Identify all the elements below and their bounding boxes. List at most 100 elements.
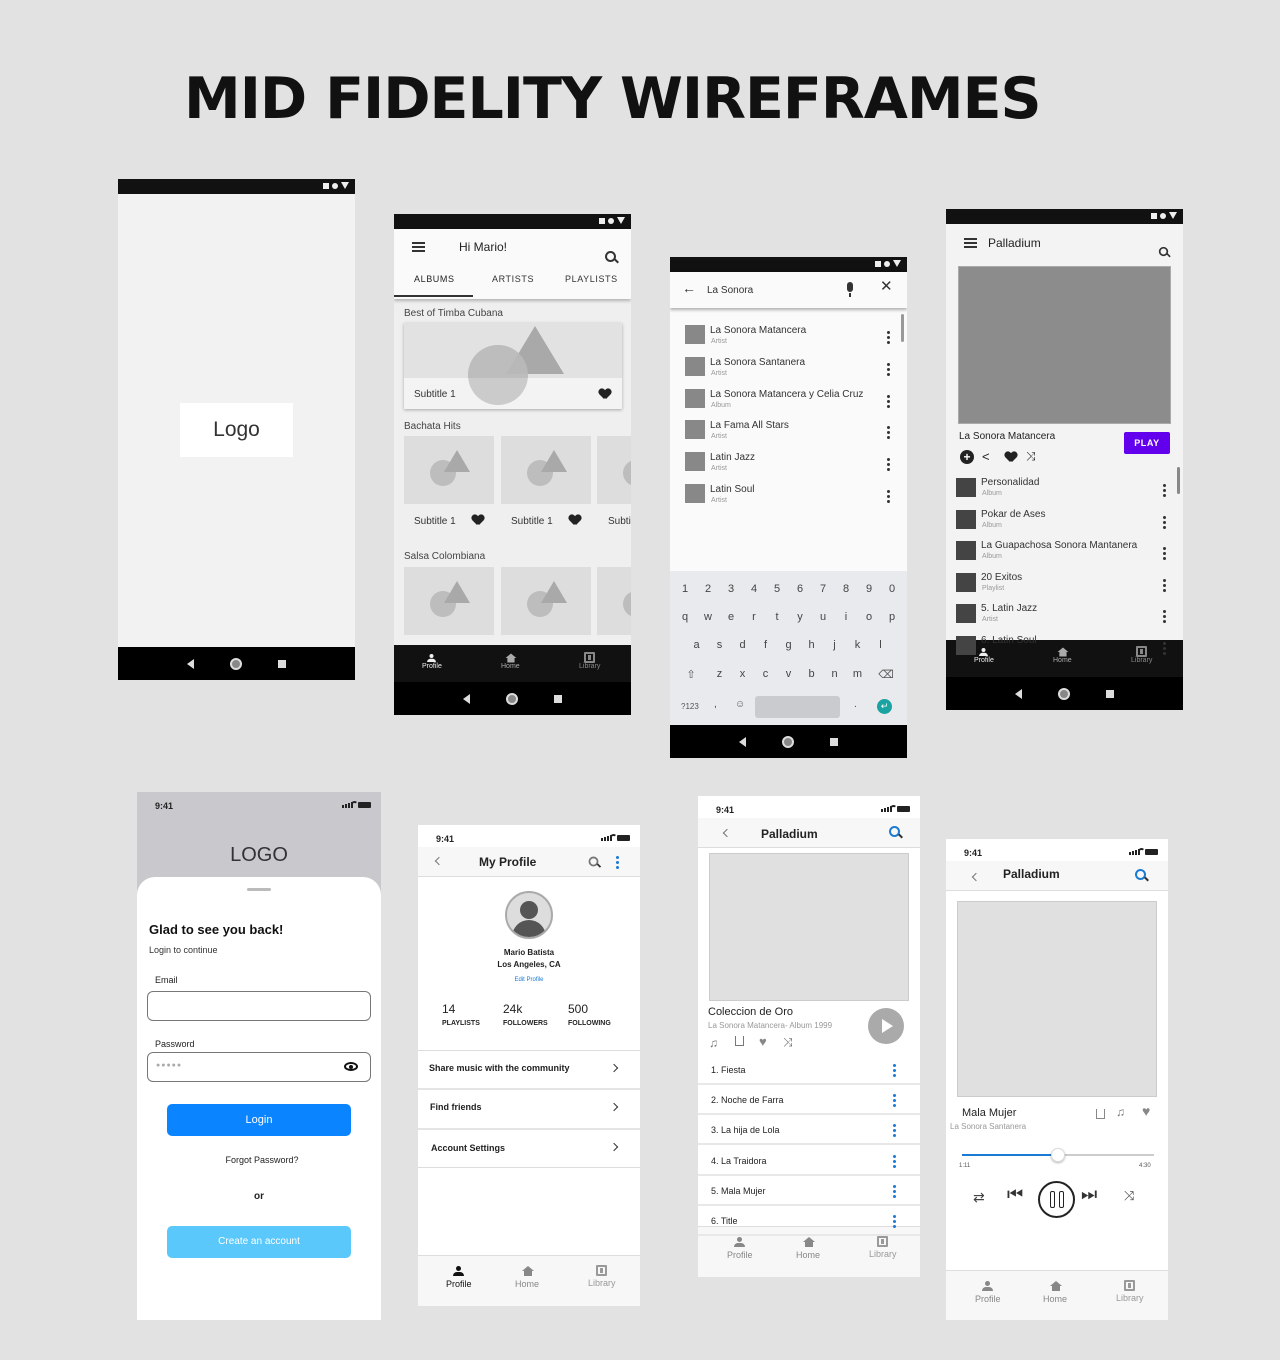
search-icon[interactable]: [605, 251, 616, 262]
more-icon[interactable]: [1161, 578, 1167, 592]
email-field[interactable]: [147, 991, 371, 1021]
keyboard-key[interactable]: v: [777, 668, 800, 681]
track-row[interactable]: 1. Fiesta: [698, 1056, 920, 1085]
mic-icon[interactable]: [847, 282, 853, 292]
keyboard-key[interactable]: h: [800, 639, 823, 651]
progress-track[interactable]: [962, 1148, 1154, 1162]
artist-item-row[interactable]: 6. Latin Soul: [946, 635, 1176, 665]
more-icon[interactable]: [891, 1154, 897, 1168]
search-input[interactable]: La Sonora: [707, 285, 753, 296]
album-thumb[interactable]: [501, 436, 591, 504]
track-row[interactable]: 5. Mala Mujer: [698, 1177, 920, 1206]
album-play-button[interactable]: [868, 1008, 904, 1044]
keyboard-key[interactable]: 8: [835, 583, 858, 595]
more-icon[interactable]: [891, 1124, 897, 1138]
heart-icon[interactable]: [472, 515, 484, 526]
create-account-button[interactable]: Create an account: [167, 1226, 351, 1258]
artist-item-row[interactable]: Personalidad Album: [946, 477, 1176, 507]
more-icon[interactable]: [885, 490, 891, 503]
fast-forward-icon[interactable]: ⏭: [1081, 1184, 1097, 1205]
track-row[interactable]: 4. La Traidora: [698, 1147, 920, 1176]
pause-button[interactable]: [1038, 1181, 1075, 1218]
nav-home[interactable]: Home: [501, 653, 520, 670]
keyboard-key[interactable]: k: [846, 639, 869, 651]
tab-home[interactable]: Home: [796, 1237, 820, 1260]
keyboard-key[interactable]: 1: [674, 583, 697, 595]
tab-profile[interactable]: Profile: [446, 1266, 472, 1289]
nav-profile[interactable]: Profile: [422, 653, 442, 670]
shift-key[interactable]: ⇧: [674, 668, 708, 681]
shuffle-icon[interactable]: ⤨: [1026, 449, 1036, 464]
home-circle-icon[interactable]: [506, 692, 518, 705]
keyboard-key[interactable]: 6: [789, 583, 812, 595]
search-icon[interactable]: [588, 856, 599, 867]
more-icon[interactable]: [1161, 642, 1167, 655]
more-icon[interactable]: [891, 1184, 897, 1198]
search-result-row[interactable]: Latin Soul Artist: [670, 482, 900, 512]
enter-key[interactable]: ↵: [877, 699, 892, 714]
period-key[interactable]: .: [854, 699, 857, 710]
search-result-row[interactable]: La Sonora Santanera Artist: [670, 355, 900, 385]
keyboard-key[interactable]: y: [789, 611, 812, 623]
search-icon[interactable]: [889, 826, 900, 837]
keyboard-key[interactable]: f: [754, 639, 777, 651]
rewind-icon[interactable]: ⏮: [1007, 1184, 1023, 1205]
keyboard-key[interactable]: s: [708, 639, 731, 651]
search-result-row[interactable]: La Sonora Matancera Artist: [670, 323, 900, 353]
close-icon[interactable]: ✕: [880, 277, 893, 295]
album-thumb[interactable]: [404, 436, 494, 504]
artist-item-row[interactable]: 5. Latin Jazz Artist: [946, 603, 1176, 633]
keyboard-key[interactable]: p: [881, 611, 904, 623]
recents-icon[interactable]: [278, 659, 286, 668]
space-key[interactable]: [755, 696, 840, 718]
back-chevron-icon[interactable]: [722, 828, 732, 838]
back-icon[interactable]: [1015, 688, 1022, 699]
home-circle-icon[interactable]: [782, 735, 794, 748]
menu-share[interactable]: Share music with the community: [418, 1051, 640, 1087]
shuffle-icon[interactable]: ⤨: [783, 1035, 793, 1050]
nav-library[interactable]: Library: [579, 652, 600, 670]
delete-key[interactable]: ⌫: [869, 668, 903, 681]
tab-home[interactable]: Home: [515, 1266, 539, 1289]
more-icon[interactable]: [891, 1215, 897, 1228]
heart-icon[interactable]: [569, 515, 581, 526]
album-thumb[interactable]: [501, 567, 591, 635]
add-to-playlist-icon[interactable]: ♫: [1116, 1105, 1125, 1119]
more-icon[interactable]: [891, 1094, 897, 1108]
more-icon[interactable]: [885, 394, 891, 408]
menu-find-friends[interactable]: Find friends: [418, 1090, 640, 1126]
heart-icon[interactable]: [1005, 452, 1017, 463]
password-field[interactable]: ●●●●●: [147, 1052, 371, 1082]
keyboard-key[interactable]: 9: [858, 583, 881, 595]
menu-account-settings[interactable]: Account Settings: [418, 1131, 640, 1167]
tab-library[interactable]: Library: [1116, 1280, 1144, 1303]
back-chevron-icon[interactable]: [971, 872, 981, 882]
keyboard-key[interactable]: d: [731, 639, 754, 651]
album-thumb[interactable]: [597, 567, 631, 635]
back-icon[interactable]: [463, 693, 470, 704]
edit-profile-link[interactable]: Edit Profile: [418, 977, 640, 983]
more-icon[interactable]: [885, 362, 891, 376]
forgot-password-link[interactable]: Forgot Password?: [137, 1155, 381, 1165]
more-icon[interactable]: [1161, 484, 1167, 497]
tab-profile[interactable]: Profile: [727, 1237, 753, 1260]
progress-knob[interactable]: [1051, 1148, 1065, 1162]
menu-icon[interactable]: [412, 242, 425, 252]
symbols-key[interactable]: ?123: [681, 702, 699, 711]
tab-home[interactable]: Home: [1043, 1281, 1067, 1304]
heart-icon[interactable]: ♥: [759, 1034, 767, 1049]
more-icon[interactable]: [1161, 515, 1167, 529]
keyboard-key[interactable]: 0: [881, 583, 904, 595]
keyboard-key[interactable]: j: [823, 639, 846, 651]
scrollbar[interactable]: [901, 314, 904, 342]
search-icon[interactable]: [1135, 869, 1146, 880]
tab-library[interactable]: Library: [588, 1265, 616, 1288]
keyboard-key[interactable]: 7: [812, 583, 835, 595]
keyboard-key[interactable]: r: [743, 611, 766, 623]
back-icon[interactable]: [187, 658, 194, 669]
home-circle-icon[interactable]: [230, 657, 242, 670]
play-button[interactable]: PLAY: [1124, 432, 1170, 454]
keyboard-key[interactable]: z: [708, 668, 731, 681]
back-icon[interactable]: [739, 736, 746, 747]
heart-icon[interactable]: ♥: [1142, 1103, 1150, 1119]
